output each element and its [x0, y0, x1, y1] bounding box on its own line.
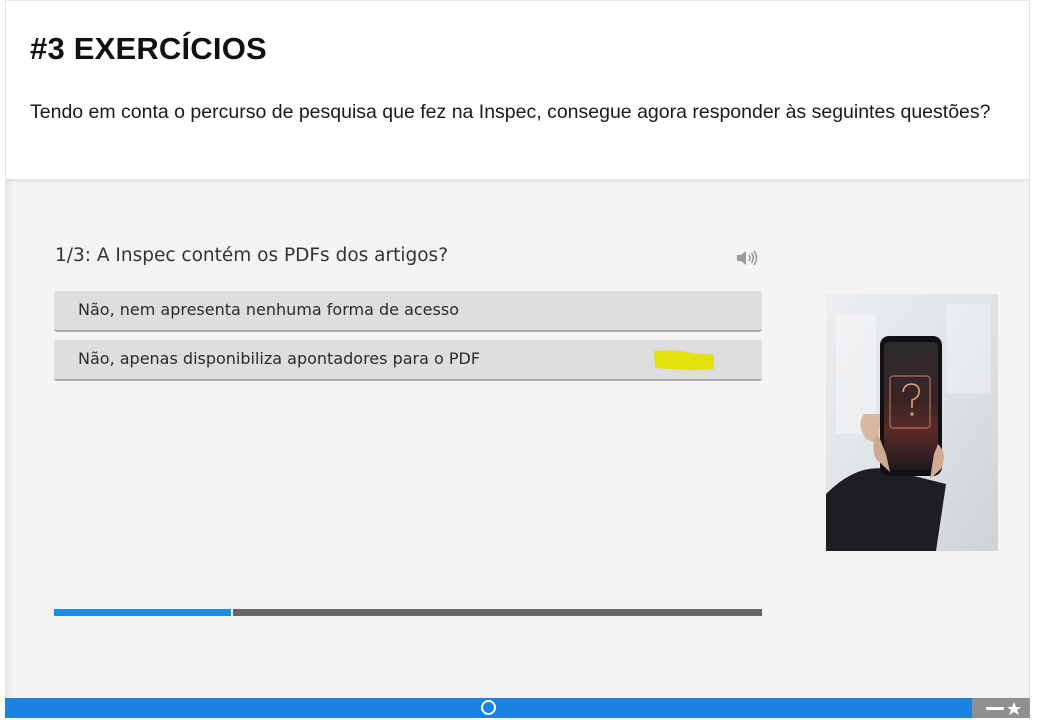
circle-dot-icon[interactable]	[481, 700, 496, 715]
intro-text: Tendo em conta o percurso de pesquisa qu…	[30, 101, 991, 123]
page-title: #3 EXERCÍCIOS	[30, 31, 267, 66]
lesson-frame: #3 EXERCÍCIOS Tendo em conta o percurso …	[5, 0, 1030, 718]
answer-option-2[interactable]: Não, apenas disponibiliza apontadores pa…	[54, 340, 762, 381]
progress-completed	[54, 609, 231, 616]
footer-nav-bar	[5, 698, 1030, 718]
question-text: 1/3: A Inspec contém os PDFs dos artigos…	[55, 245, 449, 266]
question-illustration	[826, 294, 998, 551]
lesson-header: #3 EXERCÍCIOS Tendo em conta o percurso …	[6, 1, 1029, 179]
speaker-icon[interactable]	[735, 248, 761, 268]
star-rating-icon[interactable]	[972, 698, 1030, 718]
answer-option-1[interactable]: Não, nem apresenta nenhuma forma de aces…	[54, 291, 762, 332]
quiz-panel: 1/3: A Inspec contém os PDFs dos artigos…	[6, 179, 1029, 699]
progress-remaining	[233, 609, 762, 616]
